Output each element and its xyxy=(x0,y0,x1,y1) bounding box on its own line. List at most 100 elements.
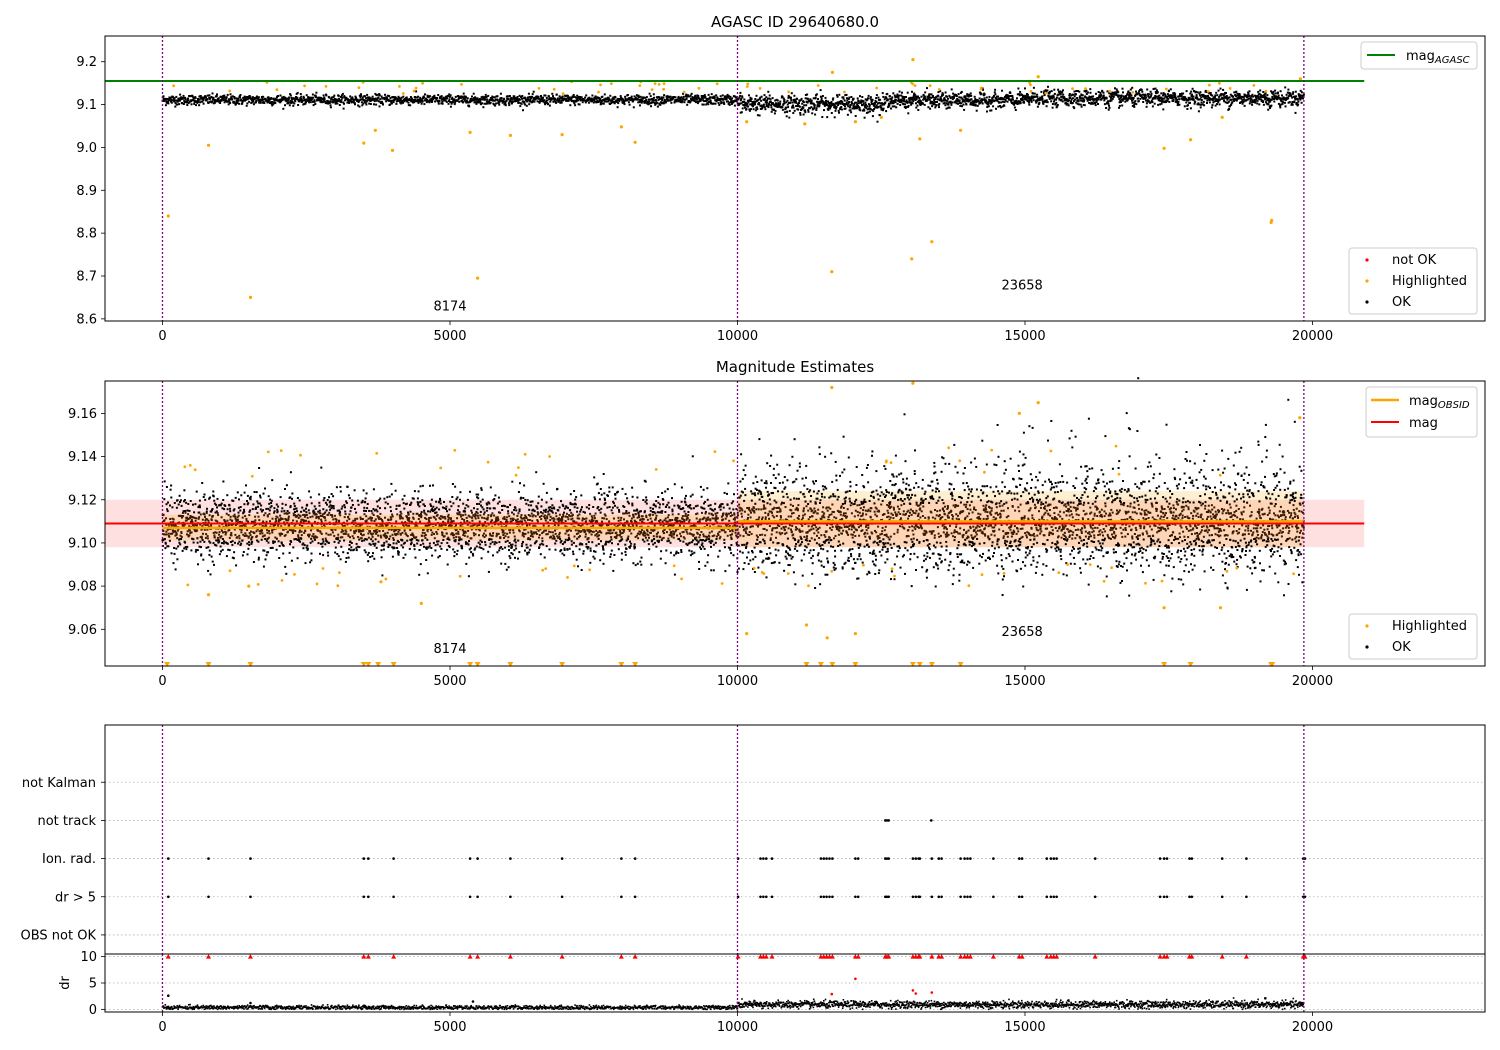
ok-point xyxy=(366,507,369,510)
ok-point xyxy=(1142,101,1145,103)
ok-point xyxy=(871,98,874,101)
ok-point xyxy=(228,529,231,531)
ok-point xyxy=(768,94,771,97)
x-tick-label: 15000 xyxy=(1004,329,1045,344)
ok-point xyxy=(218,533,220,536)
ok-point xyxy=(384,516,386,519)
ok-point xyxy=(386,496,389,499)
ok-point xyxy=(209,496,211,499)
ok-point xyxy=(257,96,260,99)
ok-point xyxy=(918,97,921,100)
ok-point xyxy=(322,499,325,502)
ok-point xyxy=(304,530,307,533)
ok-point xyxy=(862,100,865,103)
ok-point xyxy=(306,544,309,547)
ok-point xyxy=(330,493,333,495)
ok-point xyxy=(402,95,405,98)
ok-point xyxy=(770,110,773,113)
ok-point xyxy=(318,493,321,496)
highlighted-point xyxy=(1208,83,1211,87)
highlighted-point xyxy=(1029,89,1033,93)
ok-point xyxy=(1278,97,1281,100)
ok-point xyxy=(871,115,874,118)
ok-point xyxy=(787,106,790,109)
ok-point xyxy=(218,531,221,534)
ok-point xyxy=(905,96,907,98)
ok-point xyxy=(1107,100,1110,103)
ok-point xyxy=(609,94,612,97)
ok-point xyxy=(360,537,363,540)
ok-point xyxy=(788,109,791,112)
ok-point xyxy=(518,98,521,101)
ok-point xyxy=(1089,91,1092,94)
ok-point xyxy=(380,95,383,98)
y-tick-label: 9.0 xyxy=(76,141,97,156)
ok-point xyxy=(247,547,250,550)
highlighted-point xyxy=(1162,146,1166,150)
ok-point xyxy=(358,546,361,549)
ok-point xyxy=(275,548,278,551)
ok-point xyxy=(447,102,450,105)
ok-point xyxy=(205,510,208,513)
ok-point xyxy=(740,111,743,114)
ok-point xyxy=(288,524,291,527)
ok-point xyxy=(268,529,270,532)
ok-point xyxy=(337,555,340,558)
ok-point xyxy=(340,98,343,101)
ok-point xyxy=(522,109,524,112)
ok-point xyxy=(1149,90,1152,93)
ok-point xyxy=(1137,100,1140,103)
ok-point xyxy=(1198,98,1201,101)
panel2-title: Magnitude Estimates xyxy=(716,358,874,376)
ok-point xyxy=(233,513,236,516)
ok-point xyxy=(754,102,756,105)
ok-point xyxy=(239,509,242,512)
ok-point xyxy=(1252,95,1254,98)
ok-point xyxy=(1032,92,1034,95)
ok-point xyxy=(201,539,204,541)
ok-point xyxy=(380,536,383,539)
ok-point xyxy=(293,502,296,505)
ok-point xyxy=(830,112,833,114)
ok-point xyxy=(1017,87,1020,90)
ok-point xyxy=(381,574,384,577)
ok-point xyxy=(258,502,261,505)
ok-point xyxy=(1259,89,1262,92)
ok-point xyxy=(189,95,192,98)
ok-point xyxy=(229,541,232,543)
ok-point xyxy=(206,507,208,510)
ok-point xyxy=(1030,98,1033,101)
ok-point xyxy=(321,545,324,548)
ok-point xyxy=(369,103,372,105)
ok-point xyxy=(825,99,827,102)
ok-point xyxy=(1197,110,1200,113)
ok-point xyxy=(802,101,805,104)
ok-point xyxy=(1095,92,1097,95)
ok-point xyxy=(507,102,510,105)
ok-point xyxy=(911,102,914,105)
ok-point xyxy=(652,93,655,96)
panel1-title: AGASC ID 29640680.0 xyxy=(711,13,879,31)
ok-point xyxy=(307,509,310,512)
ok-point xyxy=(165,530,168,533)
ok-point xyxy=(1050,90,1053,93)
ok-point xyxy=(750,108,752,111)
ok-point xyxy=(1232,95,1235,98)
ok-point xyxy=(364,95,366,98)
ok-point xyxy=(251,540,254,543)
ok-point xyxy=(1140,88,1143,91)
ok-point xyxy=(258,519,261,522)
ok-point xyxy=(305,511,308,514)
ok-point xyxy=(1145,102,1148,105)
ok-point xyxy=(222,499,225,501)
ok-point xyxy=(1078,90,1081,93)
ok-point xyxy=(904,103,907,106)
ok-point xyxy=(1144,94,1147,97)
ok-point xyxy=(186,104,189,106)
ok-point xyxy=(788,116,791,119)
ok-point xyxy=(886,98,889,101)
ok-point xyxy=(892,102,895,105)
ok-point xyxy=(297,513,300,516)
ok-point xyxy=(537,95,540,98)
ok-point xyxy=(352,519,355,522)
